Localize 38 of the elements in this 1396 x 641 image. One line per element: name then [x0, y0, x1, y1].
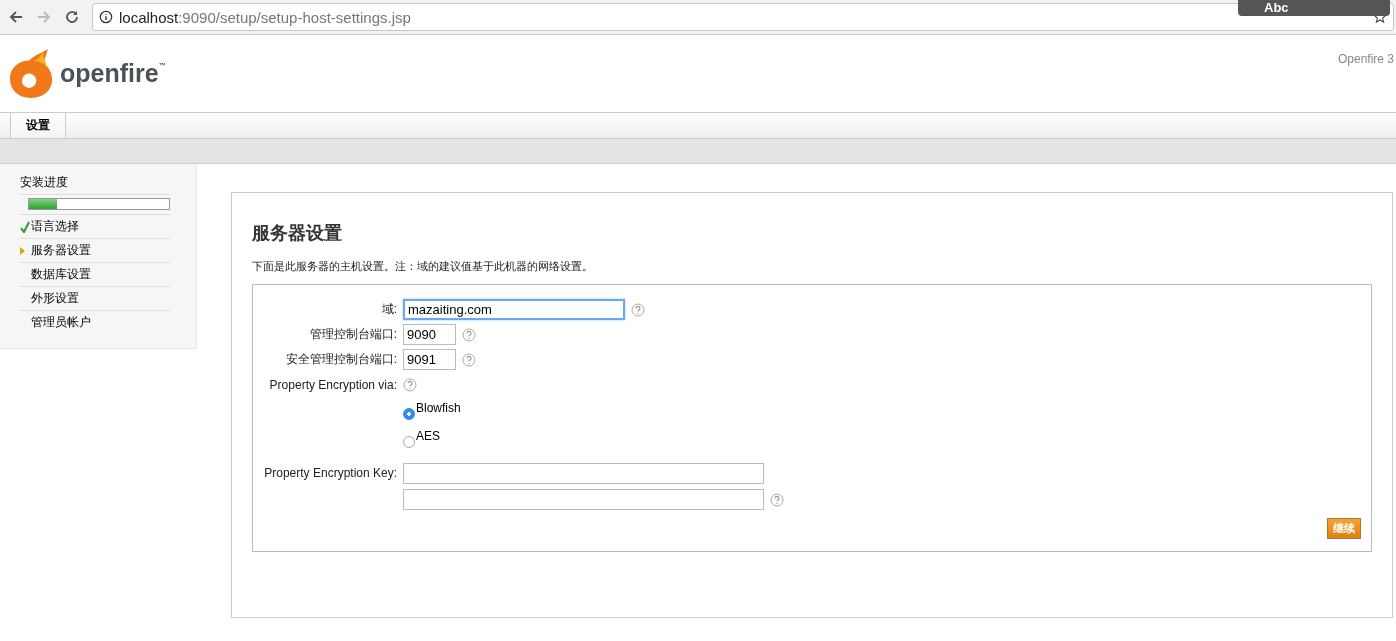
- logo-text: openfire$^{™}$: [60, 59, 166, 88]
- input-field[interactable]: 9091: [403, 349, 456, 370]
- input-field[interactable]: 9090: [403, 324, 456, 345]
- field-label: Property Encryption Key:: [263, 466, 397, 480]
- field-label: 管理控制台端口:: [308, 326, 397, 343]
- help-icon[interactable]: [403, 377, 417, 392]
- step-label: 外形设置: [31, 290, 79, 307]
- url-text: localhost:9090/setup/setup-host-settings.jsp: [119, 8, 412, 26]
- step-label: 服务器设置: [31, 242, 91, 259]
- check-icon: [20, 220, 30, 233]
- help-icon[interactable]: [462, 327, 476, 342]
- input-field[interactable]: mazaiting.com: [403, 299, 625, 320]
- field-label: 安全管理控制台端口:: [284, 351, 397, 368]
- forward-icon[interactable]: [36, 9, 52, 25]
- option-label: AES: [416, 429, 440, 443]
- field-label: Property Encryption via:: [268, 377, 397, 392]
- input-field[interactable]: [403, 489, 764, 510]
- radio-button[interactable]: [403, 408, 415, 420]
- input-mode-popup: Abc: [1238, 0, 1390, 16]
- arrow-icon: [20, 246, 25, 255]
- back-icon[interactable]: [8, 9, 24, 25]
- help-icon[interactable]: [462, 352, 476, 367]
- field-label: 域:: [380, 301, 397, 318]
- help-icon[interactable]: [631, 302, 645, 317]
- page-title: 服务器设置: [252, 222, 343, 245]
- help-icon[interactable]: [770, 492, 784, 507]
- step-label: 语言选择: [31, 218, 79, 235]
- step-label: 数据库设置: [31, 266, 91, 283]
- step-label: 管理员帐户: [31, 314, 91, 331]
- flame-logo-icon: [8, 47, 54, 100]
- sidebar-title: 安装进度: [20, 174, 170, 195]
- option-label: Blowfish: [416, 401, 461, 415]
- reload-icon[interactable]: [64, 9, 80, 25]
- version-text: Openfire 3: [1337, 51, 1395, 68]
- description-text: 下面是此服务器的主机设置。注：域的建议值基于此机器的网络设置。: [252, 259, 594, 274]
- settings-tab[interactable]: 设置: [10, 113, 66, 138]
- info-icon[interactable]: [99, 10, 113, 24]
- input-field[interactable]: [403, 462, 764, 484]
